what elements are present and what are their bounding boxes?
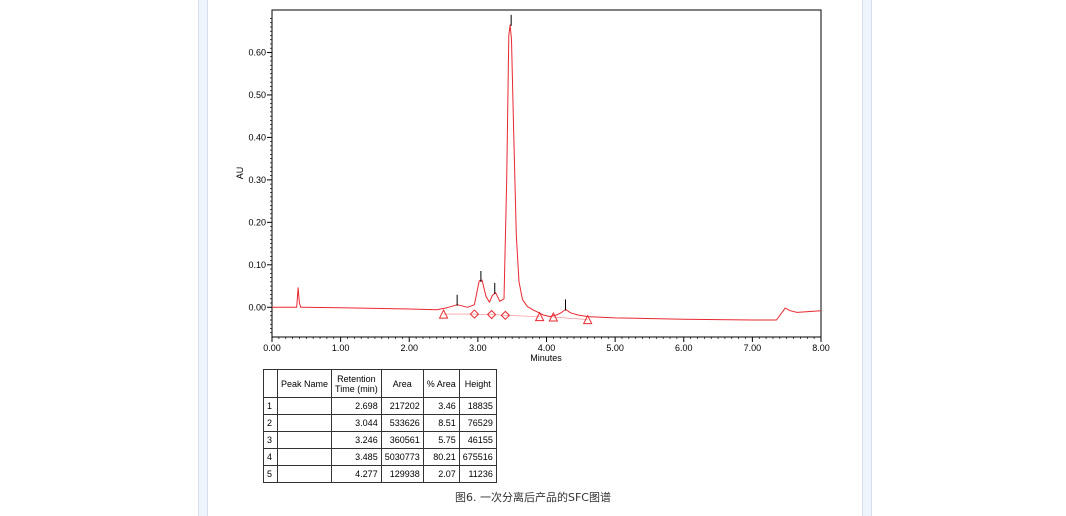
row-area: 360561 xyxy=(380,431,424,449)
table-row: 2 3.044 533626 8.51 76529 xyxy=(263,414,497,432)
header-retention-line2: Time (min) xyxy=(335,383,378,394)
y-tick-label: 0.20 xyxy=(248,217,266,227)
header-pct-area: % Area xyxy=(422,369,460,398)
y-tick-label: 0.40 xyxy=(248,132,266,142)
row-index: 4 xyxy=(263,448,278,466)
x-tick-label: 6.00 xyxy=(675,343,693,353)
header-retention-time: Retention Time (min) xyxy=(331,369,382,398)
table-header-row: Peak Name Retention Time (min) Area % Ar… xyxy=(263,369,497,398)
peak-table: Peak Name Retention Time (min) Area % Ar… xyxy=(263,369,497,483)
row-pct-area: 2.07 xyxy=(422,465,460,483)
y-tick-label: 0.50 xyxy=(248,90,266,100)
y-tick-label: 0.00 xyxy=(248,302,266,312)
row-peak-name xyxy=(276,448,333,466)
y-axis: 0.00 0.10 0.20 0.30 0.40 0.50 0.60 xyxy=(248,18,272,334)
row-height: 675516 xyxy=(458,448,497,466)
y-tick-label: 0.10 xyxy=(248,260,266,270)
peak-table-body: 1 2.698 217202 3.46 18835 2 3.044 533626 8.51 765… xyxy=(263,397,497,483)
header-retention-line1: Retention xyxy=(337,373,376,384)
row-retention-time: 3.485 xyxy=(331,448,382,466)
row-pct-area: 80.21 xyxy=(422,448,460,466)
table-row: 5 4.277 129938 2.07 11236 xyxy=(263,465,497,483)
x-tick-label: 3.00 xyxy=(469,343,487,353)
row-index: 1 xyxy=(263,397,278,415)
row-pct-area: 3.46 xyxy=(422,397,460,415)
header-peak-name: Peak Name xyxy=(276,369,333,398)
row-height: 76529 xyxy=(458,414,497,432)
row-peak-name xyxy=(276,431,333,449)
row-index: 2 xyxy=(263,414,278,432)
y-tick-label: 0.60 xyxy=(248,47,266,57)
row-area: 217202 xyxy=(380,397,424,415)
y-axis-label: AU xyxy=(235,167,245,180)
row-retention-time: 3.246 xyxy=(331,431,382,449)
y-tick-label: 0.30 xyxy=(248,175,266,185)
figure-caption: 图6. 一次分离后产品的SFC图谱 xyxy=(455,491,611,504)
row-index: 3 xyxy=(263,431,278,449)
x-tick-label: 0.00 xyxy=(263,343,281,353)
x-tick-label: 5.00 xyxy=(606,343,624,353)
row-pct-area: 5.75 xyxy=(422,431,460,449)
x-axis: 0.00 1.00 2.00 3.00 4.00 5.00 6.00 7.00 8.00 xyxy=(263,337,830,353)
row-area: 533626 xyxy=(380,414,424,432)
header-index xyxy=(263,369,278,398)
table-row: 3 3.246 360561 5.75 46155 xyxy=(263,431,497,449)
x-tick-label: 1.00 xyxy=(332,343,350,353)
x-tick-label: 2.00 xyxy=(400,343,418,353)
x-axis-label: Minutes xyxy=(530,353,562,363)
x-tick-label: 7.00 xyxy=(744,343,762,353)
row-retention-time: 4.277 xyxy=(331,465,382,483)
row-height: 18835 xyxy=(458,397,497,415)
table-row: 4 3.485 5030773 80.21 675516 xyxy=(263,448,497,466)
x-tick-label: 8.00 xyxy=(812,343,830,353)
table-row: 1 2.698 217202 3.46 18835 xyxy=(263,397,497,415)
row-area: 129938 xyxy=(380,465,424,483)
row-peak-name xyxy=(276,414,333,432)
header-area: Area xyxy=(380,369,424,398)
row-height: 46155 xyxy=(458,431,497,449)
row-retention-time: 2.698 xyxy=(331,397,382,415)
row-index: 5 xyxy=(263,465,278,483)
row-peak-name xyxy=(276,465,333,483)
plot-frame xyxy=(271,9,822,338)
row-area: 5030773 xyxy=(380,448,424,466)
row-pct-area: 8.51 xyxy=(422,414,460,432)
header-height: Height xyxy=(458,369,497,398)
row-height: 11236 xyxy=(458,465,497,483)
row-peak-name xyxy=(276,397,333,415)
x-tick-label: 4.00 xyxy=(538,343,556,353)
chromatogram-chart: 0.00 0.10 0.20 0.30 0.40 0.50 0.60 0.00 1.00 2.0… xyxy=(235,9,830,363)
row-retention-time: 3.044 xyxy=(331,414,382,432)
